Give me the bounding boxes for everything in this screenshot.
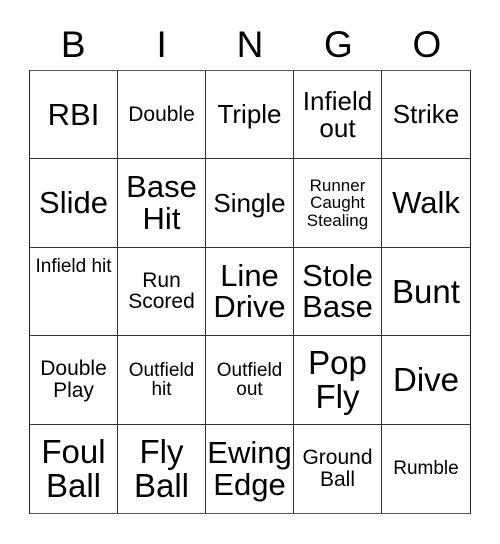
bingo-cell[interactable]: Infield hit <box>30 247 118 337</box>
bingo-cell-label: Fly Ball <box>133 433 190 504</box>
bingo-cell-label: Foul Ball <box>41 433 106 504</box>
bingo-header-letter-i: I <box>156 23 167 65</box>
bingo-cell-label: Bunt <box>392 272 460 310</box>
bingo-header-letter-b: B <box>60 23 86 65</box>
bingo-cell[interactable]: Double <box>118 71 206 160</box>
bingo-cell[interactable]: Dive <box>382 336 470 425</box>
bingo-cell-label: Slide <box>39 185 108 221</box>
bingo-cell[interactable]: Stole Base <box>294 247 382 337</box>
bingo-cell-label: Triple <box>217 99 282 130</box>
bingo-card: B I N G O RBI Double Triple Infield out Stri… <box>0 0 500 544</box>
bingo-cell-label: Infield out <box>302 86 373 143</box>
bingo-cell-label: Dive <box>392 361 460 399</box>
bingo-cell[interactable]: Single <box>206 159 294 248</box>
bingo-cell-label: RBI <box>47 96 100 132</box>
bingo-cell[interactable]: Pop Fly <box>294 336 382 425</box>
bingo-cell[interactable]: Run Scored <box>118 247 206 337</box>
bingo-cell-label: Runner Caught Stealing <box>306 176 369 230</box>
bingo-grid: RBI Double Triple Infield out Strike Slide Bas… <box>29 70 471 514</box>
bingo-cell[interactable]: Line Drive <box>206 247 294 337</box>
bingo-cell-label: Double Play <box>40 357 107 402</box>
bingo-header-letter-n: N <box>236 23 264 65</box>
bingo-cell-label: Outfield out <box>216 359 283 400</box>
bingo-cell-label: Walk <box>392 185 460 221</box>
bingo-cell[interactable]: Fly Ball <box>118 424 206 513</box>
bingo-header-row: B I N G O <box>29 18 471 70</box>
bingo-cell[interactable]: Bunt <box>382 247 470 337</box>
bingo-cell[interactable]: Base Hit <box>118 159 206 248</box>
bingo-cell-label: Double <box>128 102 195 126</box>
bingo-cell[interactable]: Outfield out <box>206 336 294 425</box>
bingo-cell[interactable]: Outfield hit <box>118 336 206 425</box>
bingo-cell[interactable]: Walk <box>382 159 470 248</box>
bingo-cell[interactable]: Ground Ball <box>294 424 382 513</box>
bingo-cell-label: Base Hit <box>126 169 197 237</box>
bingo-cell[interactable]: Foul Ball <box>30 424 118 513</box>
bingo-cell[interactable]: Infield out <box>294 71 382 160</box>
bingo-cell-label: Pop Fly <box>308 344 367 415</box>
bingo-cell-label: Run Scored <box>128 269 195 314</box>
bingo-cell[interactable]: Ewing Edge <box>206 424 294 513</box>
bingo-cell-label: Strike <box>392 99 460 130</box>
bingo-cell-label: Outfield hit <box>128 359 195 400</box>
bingo-cell-label: Rumble <box>393 458 459 480</box>
bingo-cell-label: Stole Base <box>302 257 373 325</box>
bingo-cell-label: Single <box>213 187 286 218</box>
bingo-cell[interactable]: Runner Caught Stealing <box>294 159 382 248</box>
bingo-cell[interactable]: Triple <box>206 71 294 160</box>
bingo-cell[interactable]: Slide <box>30 159 118 248</box>
bingo-cell-label: Ground Ball <box>302 446 373 491</box>
bingo-cell[interactable]: RBI <box>30 71 118 160</box>
bingo-header-letter-g: G <box>324 23 353 65</box>
bingo-header-letter-o: O <box>412 23 442 65</box>
bingo-cell[interactable]: Double Play <box>30 336 118 425</box>
bingo-cell[interactable]: Strike <box>382 71 470 160</box>
bingo-cell-label: Infield hit <box>35 255 112 277</box>
bingo-cell[interactable]: Rumble <box>382 424 470 513</box>
bingo-cell-label: Ewing Edge <box>207 435 292 502</box>
bingo-cell-label: Line Drive <box>213 257 286 325</box>
